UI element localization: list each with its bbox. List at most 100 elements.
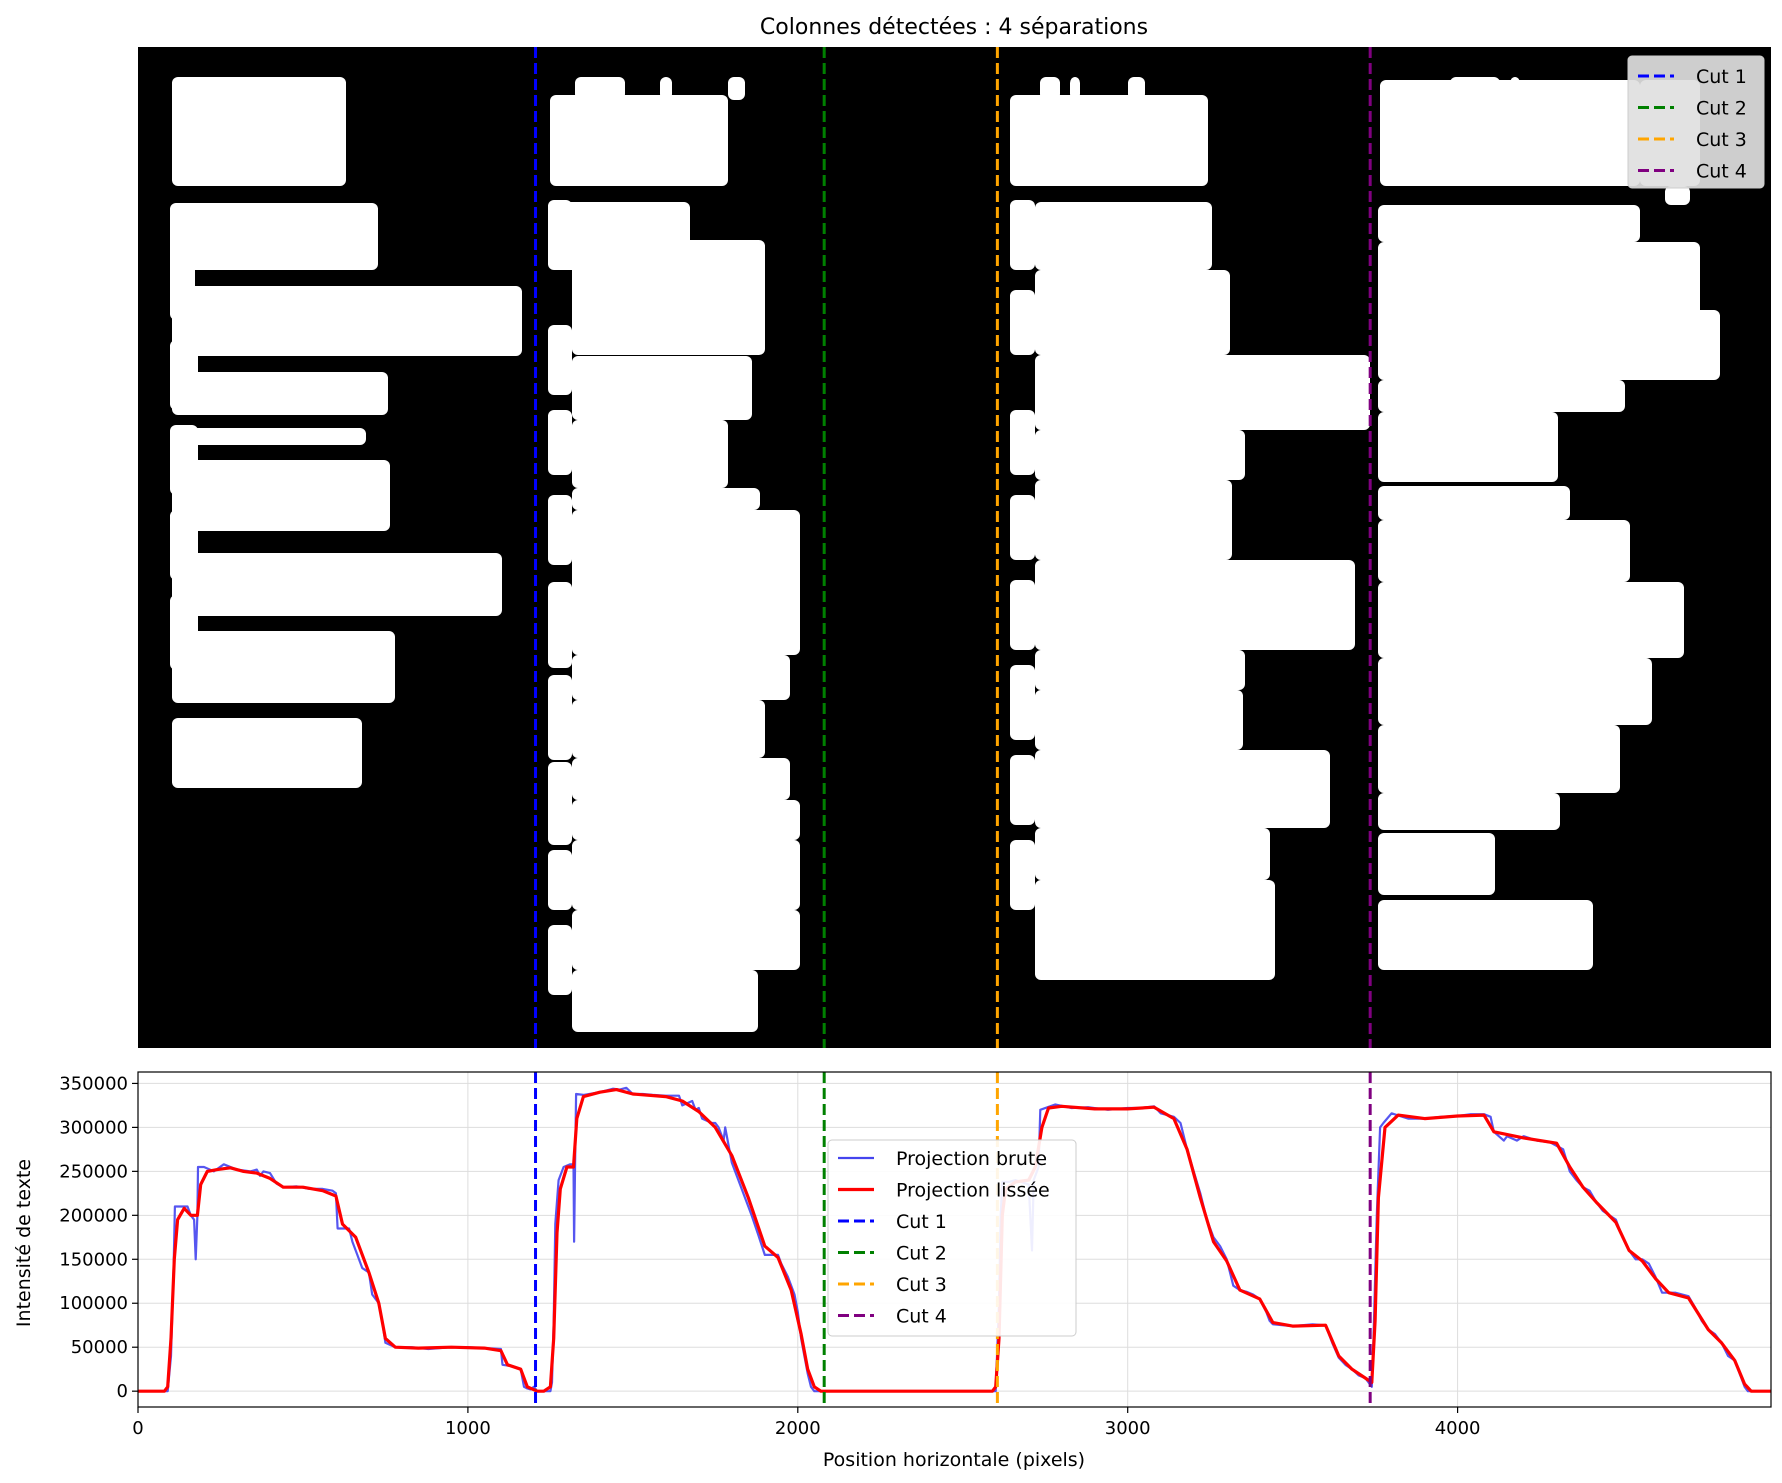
text-blob: [1378, 310, 1720, 380]
text-blob: [572, 700, 765, 758]
y-tick-label: 150000: [59, 1249, 128, 1270]
text-blob: [548, 495, 572, 565]
text-blob: [548, 850, 572, 910]
text-blob: [172, 77, 346, 186]
y-tick-label: 200000: [59, 1205, 128, 1226]
text-blob: [572, 840, 800, 910]
bottom-legend-label-5: Cut 3: [896, 1274, 947, 1296]
text-blob: [548, 675, 572, 760]
text-blob: [572, 800, 800, 840]
text-blob: [172, 372, 388, 415]
text-blob: [170, 595, 198, 670]
text-blob: [572, 655, 790, 700]
bottom-legend-label-3: Cut 1: [896, 1211, 947, 1233]
text-blob: [1378, 205, 1640, 242]
y-tick-label: 100000: [59, 1293, 128, 1314]
x-tick-label: 1000: [445, 1418, 491, 1439]
text-blob: [548, 925, 572, 995]
text-blob: [1378, 725, 1620, 793]
text-blob: [1128, 77, 1145, 100]
bottom-legend: Projection brute Projection lissée Cut 1 Cu…: [827, 1139, 1077, 1337]
image-panel: Cut 1 Cut 2 Cut 3 Cut 4: [138, 47, 1771, 1048]
text-blob: [170, 340, 198, 410]
y-tick-label: 300000: [59, 1117, 128, 1138]
text-blob: [728, 77, 745, 100]
text-blob: [575, 77, 625, 100]
text-blob: [1035, 480, 1232, 560]
text-blob: [548, 582, 572, 668]
text-blob: [1380, 80, 1640, 186]
text-blob: [1035, 650, 1245, 690]
text-blob: [1010, 495, 1035, 560]
top-legend-label-1: Cut 1: [1696, 66, 1747, 88]
text-blob: [1035, 270, 1230, 355]
text-blob: [1035, 880, 1275, 980]
text-blob: [184, 95, 206, 100]
top-chart-title: Colonnes détectées : 4 séparations: [760, 15, 1148, 40]
text-blob: [660, 77, 672, 100]
text-blob: [1035, 430, 1245, 480]
text-blob: [548, 762, 572, 845]
text-blob: [1035, 355, 1370, 430]
text-blob: [1035, 690, 1243, 750]
text-blob: [172, 631, 395, 703]
y-tick-label: 0: [117, 1381, 128, 1402]
text-blob: [236, 77, 250, 100]
bottom-legend-label-1: Projection brute: [896, 1148, 1047, 1170]
text-blob: [1378, 793, 1560, 830]
text-blob: [172, 428, 366, 445]
text-blob: [1010, 95, 1208, 186]
text-blob: [1010, 200, 1035, 270]
text-blob: [1378, 486, 1570, 520]
text-blob: [1010, 755, 1035, 825]
text-blob: [572, 356, 752, 420]
text-blob: [1378, 582, 1684, 658]
text-blob: [172, 718, 362, 788]
text-blob: [1035, 828, 1270, 880]
text-blob: [170, 425, 198, 495]
bottom-legend-label-2: Projection lissée: [896, 1180, 1050, 1202]
x-tick-label: 0: [132, 1418, 143, 1439]
text-blob: [172, 203, 378, 270]
text-blob: [572, 488, 760, 510]
text-blob: [1450, 77, 1500, 95]
y-tick-label: 50000: [71, 1337, 128, 1358]
text-blob: [1035, 202, 1212, 270]
text-blob: [572, 970, 758, 1032]
text-blob: [170, 203, 195, 320]
text-blob: [1378, 833, 1495, 895]
y-tick-label: 250000: [59, 1161, 128, 1182]
text-blob: [1010, 290, 1035, 355]
text-blob: [572, 420, 728, 488]
top-legend-label-4: Cut 4: [1696, 161, 1747, 183]
text-blob: [1040, 77, 1060, 100]
text-blob: [548, 410, 572, 475]
text-blob: [548, 200, 572, 270]
top-legend: Cut 1 Cut 2 Cut 3 Cut 4: [1627, 55, 1765, 189]
projection-panel: 0 1000 2000 3000 4000 0 50000 100000 150000 20000…: [59, 1071, 1772, 1439]
bottom-legend-label-6: Cut 4: [896, 1306, 947, 1328]
text-blob: [572, 510, 800, 655]
text-blob: [1035, 750, 1330, 828]
top-legend-label-3: Cut 3: [1696, 129, 1747, 151]
text-blob: [170, 510, 198, 580]
text-blob: [172, 553, 502, 616]
x-tick-label: 2000: [775, 1418, 821, 1439]
text-blob: [1378, 520, 1630, 582]
figure: Colonnes détectées : 4 séparations Cut 1…: [13, 15, 1772, 1471]
text-blob: [1010, 410, 1035, 475]
text-blob: [1378, 658, 1652, 725]
text-blob: [548, 325, 572, 395]
text-blob: [172, 460, 390, 531]
text-blob: [1378, 900, 1593, 970]
text-blob: [1378, 380, 1625, 412]
text-blob: [1010, 580, 1035, 650]
text-blob: [263, 77, 268, 100]
x-tick-label: 4000: [1435, 1418, 1481, 1439]
text-blob: [572, 758, 790, 800]
y-axis-label: Intensité de texte: [13, 1159, 35, 1327]
text-blob: [550, 95, 728, 186]
text-blob: [1510, 77, 1520, 95]
bottom-legend-label-4: Cut 2: [896, 1243, 947, 1265]
text-blob: [572, 240, 765, 355]
